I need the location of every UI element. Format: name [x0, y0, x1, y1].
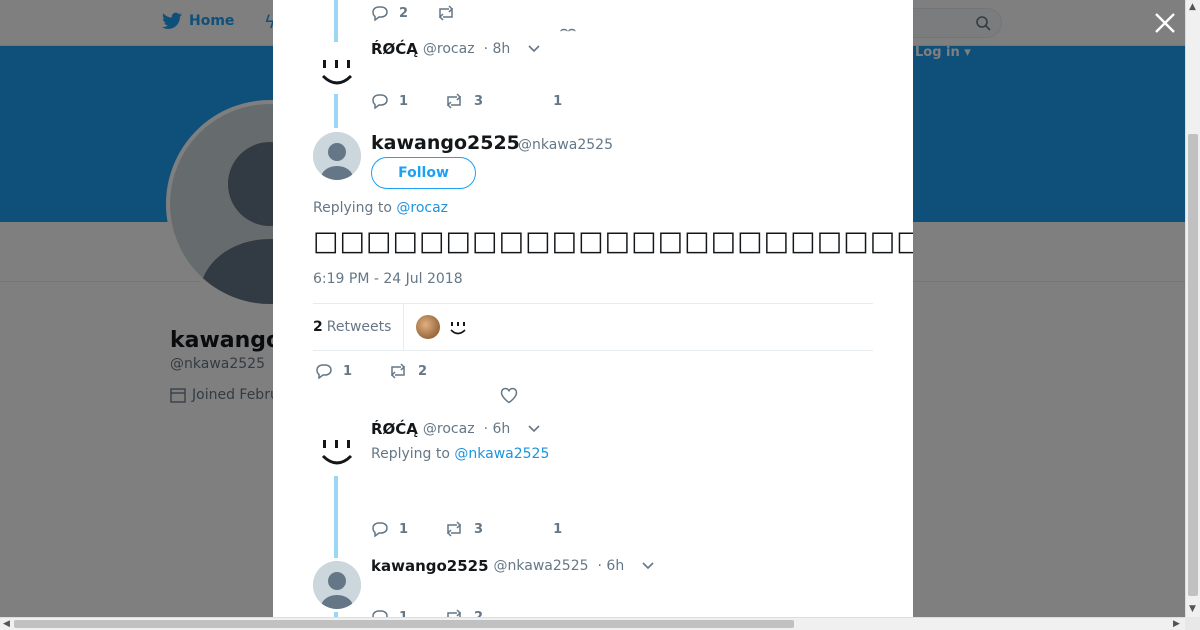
retweeter-avatar[interactable]	[416, 315, 441, 339]
retweet-stat-count[interactable]: 2	[313, 319, 323, 335]
reply-icon	[372, 6, 388, 21]
reply-button[interactable]: 1	[315, 363, 352, 379]
like-button[interactable]: 1	[553, 94, 562, 109]
chevron-down-icon[interactable]	[527, 44, 541, 54]
tweet-header: ŔØĆĄ @rocaz · 8h	[371, 40, 541, 58]
smiley-avatar[interactable]	[313, 426, 361, 474]
horizontal-scroll-thumb[interactable]	[14, 620, 794, 628]
retweet-count: 3	[474, 521, 484, 537]
smiley-avatar[interactable]	[313, 46, 361, 94]
tweet-actions: 2	[371, 5, 456, 21]
author-name[interactable]: ŔØĆĄ	[371, 40, 418, 58]
tweet-time[interactable]: · 6h	[598, 558, 625, 574]
reply-count: 1	[399, 521, 409, 537]
retweet-button[interactable]: 3	[444, 93, 483, 109]
retweet-stat-label[interactable]: Retweets	[327, 319, 392, 335]
retweet-icon	[446, 521, 462, 537]
reply-button[interactable]: 1	[371, 93, 408, 109]
replying-prefix: Replying to	[313, 200, 392, 216]
retweeter-avatar[interactable]	[446, 315, 470, 339]
close-icon[interactable]	[1152, 10, 1180, 38]
tweet-stats: 2 Retweets	[313, 303, 873, 351]
stats-divider	[403, 303, 405, 351]
replying-to-link[interactable]: @nkawa2525	[454, 446, 549, 462]
replying-to: Replying to @rocaz	[313, 200, 448, 216]
reply-icon	[372, 94, 388, 109]
reply-icon	[372, 522, 388, 537]
tweet-header: kawango2525 @nkawa2525 · 6h	[371, 557, 655, 575]
author-name[interactable]: kawango2525	[371, 557, 489, 575]
retweet-icon	[390, 363, 406, 379]
replying-to: Replying to @nkawa2525	[371, 446, 549, 462]
like-glyph: ⌢⌢	[560, 22, 576, 36]
author-handle[interactable]: @nkawa2525	[494, 558, 589, 574]
reply-count: 1	[343, 363, 353, 379]
tweet-text: □□□□□□□□□□□□□□□□□□□□□□□□□□□□□□□□□□□□□□□□…	[313, 226, 913, 257]
reply-count: 1	[399, 93, 409, 109]
scroll-down-arrow-icon[interactable]: ▼	[1189, 604, 1196, 614]
tweet-actions: 1 3 1	[371, 93, 562, 109]
author-handle[interactable]: @rocaz	[423, 421, 475, 437]
follow-button[interactable]: Follow	[371, 157, 476, 189]
thread-line	[334, 94, 338, 128]
tweet-actions: 1 2	[371, 609, 483, 617]
retweet-button[interactable]	[436, 5, 456, 21]
horizontal-scrollbar[interactable]: ◀ ▶	[0, 617, 1185, 630]
like-count: 1	[553, 521, 563, 537]
reply-count: 1	[399, 609, 409, 618]
retweet-button[interactable]: 2	[444, 609, 483, 617]
retweet-count: 3	[474, 93, 484, 109]
retweet-count: 2	[474, 609, 484, 618]
reply-icon	[372, 610, 388, 617]
tweet-header: ŔØĆĄ @rocaz · 6h	[371, 420, 541, 438]
chevron-down-icon[interactable]	[527, 424, 541, 434]
tweet-actions: 1 3 1	[371, 521, 562, 537]
reply-button[interactable]: 2	[371, 5, 408, 21]
tweet-time[interactable]: · 6h	[484, 421, 511, 437]
replying-to-link[interactable]: @rocaz	[396, 200, 448, 216]
vertical-scrollbar[interactable]: ▲ ▼	[1185, 0, 1200, 617]
retweet-icon	[447, 609, 462, 617]
author-avatar[interactable]	[313, 132, 361, 180]
retweet-button[interactable]: 2	[388, 363, 427, 379]
heart-icon[interactable]	[500, 387, 518, 404]
tweet-actions: 1 2	[315, 363, 427, 379]
retweet-button[interactable]: 3	[444, 521, 483, 537]
like-button[interactable]: 1	[553, 522, 562, 537]
like-count: 1	[553, 93, 563, 109]
scroll-right-arrow-icon[interactable]: ▶	[1173, 619, 1180, 629]
author-name[interactable]: kawango2525	[371, 132, 520, 154]
author-name[interactable]: ŔØĆĄ	[371, 420, 418, 438]
author-handle[interactable]: @nkawa2525	[518, 137, 613, 153]
scrollbar-corner	[1185, 617, 1200, 630]
reply-count: 2	[399, 5, 409, 21]
vertical-scroll-thumb[interactable]	[1188, 134, 1198, 596]
author-avatar[interactable]	[313, 561, 361, 609]
scroll-left-arrow-icon[interactable]: ◀	[3, 619, 10, 629]
retweet-icon	[438, 5, 454, 21]
tweet-timestamp[interactable]: 6:19 PM - 24 Jul 2018	[313, 271, 463, 287]
thread-line	[334, 476, 338, 558]
retweet-icon	[446, 93, 462, 109]
thread-line	[334, 0, 338, 42]
reply-icon	[316, 364, 332, 379]
retweet-count: 2	[418, 363, 428, 379]
tweet-time[interactable]: · 8h	[484, 41, 511, 57]
reply-button[interactable]: 1	[371, 609, 408, 617]
author-handle[interactable]: @rocaz	[423, 41, 475, 57]
replying-prefix: Replying to	[371, 446, 450, 462]
tweet-permalink-modal: 2 ⌢⌢ ŔØĆĄ @rocaz · 8h 1 3 1 kawango2525 …	[273, 0, 913, 617]
scroll-up-arrow-icon[interactable]: ▲	[1189, 2, 1196, 12]
chevron-down-icon[interactable]	[641, 561, 655, 571]
reply-button[interactable]: 1	[371, 521, 408, 537]
